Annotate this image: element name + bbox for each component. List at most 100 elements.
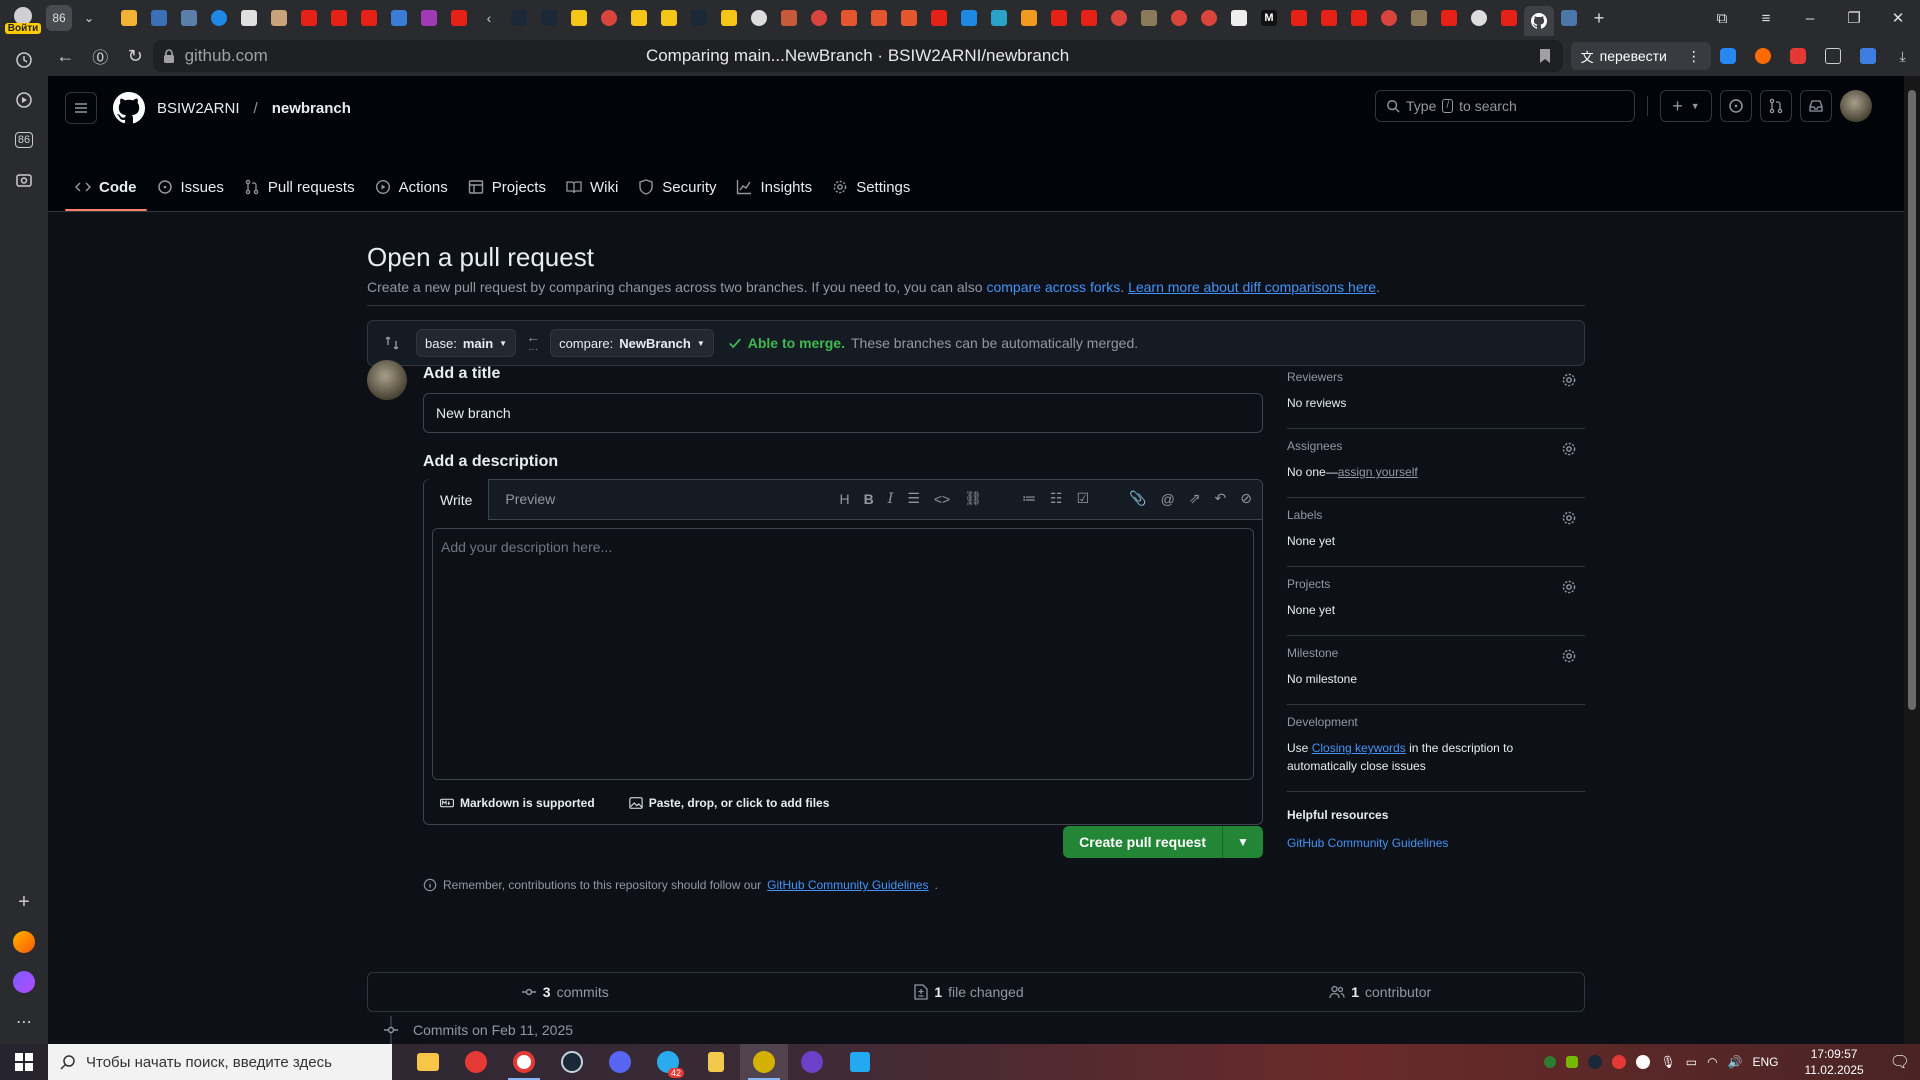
bold-icon[interactable]: B <box>864 491 874 507</box>
bookmark-icon[interactable] <box>1539 48 1551 64</box>
attach-files[interactable]: Paste, drop, or click to add files <box>629 796 829 810</box>
quote-icon[interactable]: ☰ <box>907 490 920 507</box>
create-pull-request-button[interactable]: Create pull request <box>1063 826 1223 858</box>
projects-gear-icon[interactable] <box>1561 579 1577 595</box>
extension-icon[interactable] <box>1815 40 1850 72</box>
telegram-app[interactable]: 42 <box>644 1044 692 1080</box>
nav-projects[interactable]: Projects <box>458 163 556 211</box>
nav-settings[interactable]: Settings <box>822 163 920 211</box>
tab[interactable]: M <box>1254 0 1284 36</box>
tab[interactable] <box>384 0 414 36</box>
tab[interactable] <box>1314 0 1344 36</box>
files-stat[interactable]: 1 file changed <box>914 984 1024 1000</box>
reply-icon[interactable]: ↶ <box>1215 490 1227 507</box>
link-icon[interactable]: ⛓ <box>964 490 982 507</box>
tab[interactable] <box>834 0 864 36</box>
tab[interactable] <box>1344 0 1374 36</box>
menu-icon[interactable]: ≡ <box>1744 10 1788 27</box>
tab-count-button[interactable]: 86 <box>46 5 72 31</box>
tab[interactable] <box>564 0 594 36</box>
scrollbar-thumb[interactable] <box>1908 90 1916 710</box>
tab[interactable] <box>654 0 684 36</box>
lock-app[interactable] <box>692 1044 740 1080</box>
page-scrollbar[interactable] <box>1904 76 1920 1044</box>
yandex-app[interactable] <box>452 1044 500 1080</box>
tab[interactable] <box>504 0 534 36</box>
play-icon[interactable] <box>8 84 40 116</box>
yandex-tray-icon[interactable] <box>1636 1055 1651 1069</box>
minimize-button[interactable]: – <box>1788 10 1832 27</box>
yandex-logo-icon[interactable]: ⓪ <box>83 40 118 72</box>
tab[interactable] <box>594 0 624 36</box>
tray-app-icon[interactable] <box>1612 1055 1627 1069</box>
slash-commands-icon[interactable]: ⊘ <box>1240 490 1252 507</box>
contributors-stat[interactable]: 1 contributor <box>1329 984 1431 1000</box>
screenshot-icon[interactable] <box>8 164 40 196</box>
nav-wiki[interactable]: Wiki <box>556 163 628 211</box>
tab[interactable] <box>444 0 474 36</box>
clock[interactable]: 17:09:57 11.02.2025 <box>1805 1046 1864 1078</box>
nav-actions[interactable]: Actions <box>365 163 458 211</box>
tab[interactable] <box>1284 0 1314 36</box>
microphone-icon[interactable]: 🎙 <box>1660 1055 1675 1069</box>
notifications-icon[interactable]: 🗨 <box>1890 1052 1910 1072</box>
milestone-gear-icon[interactable] <box>1561 648 1577 664</box>
taskbar-search[interactable]: Чтобы начать поиск, введите здесь <box>48 1044 392 1080</box>
nav-code[interactable]: Code <box>65 163 147 211</box>
search-input[interactable]: Type / to search <box>1375 90 1635 122</box>
reviewers-gear-icon[interactable] <box>1561 372 1577 388</box>
nav-insights[interactable]: Insights <box>726 163 822 211</box>
tab[interactable] <box>1194 0 1224 36</box>
language-indicator[interactable]: ENG <box>1753 1055 1779 1069</box>
hamburger-menu-button[interactable] <box>65 92 97 124</box>
app-icon[interactable] <box>8 926 40 958</box>
markdown-note[interactable]: Markdown is supported <box>440 796 595 810</box>
tab[interactable] <box>954 0 984 36</box>
compare-across-forks-link[interactable]: compare across forks <box>986 279 1120 295</box>
tab[interactable] <box>894 0 924 36</box>
restore-button[interactable]: ❐ <box>1832 9 1876 27</box>
profile-button[interactable]: Войти <box>0 0 46 36</box>
tab[interactable] <box>144 0 174 36</box>
screen-extension-icon[interactable] <box>1850 40 1885 72</box>
paperclip-icon[interactable]: 📎 <box>1129 490 1146 507</box>
more-icon[interactable]: ⋯ <box>8 1006 40 1038</box>
create-options-dropdown[interactable]: ▼ <box>1223 826 1263 858</box>
file-explorer-app[interactable] <box>404 1044 452 1080</box>
tab[interactable] <box>174 0 204 36</box>
adblock-extension-icon[interactable] <box>1781 40 1816 72</box>
tab[interactable] <box>1074 0 1104 36</box>
vk-extension-icon[interactable] <box>1711 40 1746 72</box>
tab[interactable] <box>804 0 834 36</box>
tab[interactable] <box>1134 0 1164 36</box>
vscode-app[interactable] <box>836 1044 884 1080</box>
reload-icon[interactable]: ↻ <box>118 40 153 72</box>
bookmarks-icon[interactable]: ⧉ <box>1700 10 1744 27</box>
tray-app-icon[interactable] <box>1544 1056 1557 1068</box>
labels-gear-icon[interactable] <box>1561 510 1577 526</box>
tabs-badge[interactable]: 86 <box>8 124 40 156</box>
base-branch-select[interactable]: base: main ▼ <box>416 329 517 357</box>
tab[interactable] <box>864 0 894 36</box>
helpful-guidelines-link[interactable]: GitHub Community Guidelines <box>1287 836 1448 850</box>
tab[interactable] <box>234 0 264 36</box>
github-desktop-app[interactable] <box>788 1044 836 1080</box>
commits-stat[interactable]: 3 commits <box>521 984 609 1000</box>
tab[interactable] <box>414 0 444 36</box>
assign-yourself-link[interactable]: assign yourself <box>1338 465 1418 479</box>
new-tab-button[interactable]: + <box>1584 0 1614 36</box>
tab[interactable] <box>1224 0 1254 36</box>
tab[interactable] <box>1014 0 1044 36</box>
tab[interactable] <box>324 0 354 36</box>
tab[interactable] <box>714 0 744 36</box>
issues-button[interactable] <box>1720 90 1752 122</box>
italic-icon[interactable]: I <box>888 491 894 507</box>
back-icon[interactable]: ← <box>48 40 83 72</box>
unordered-list-icon[interactable]: ☷ <box>1050 490 1063 507</box>
add-icon[interactable]: + <box>8 886 40 918</box>
tab[interactable] <box>744 0 774 36</box>
nvidia-icon[interactable] <box>1566 1056 1579 1068</box>
omnibox[interactable]: github.com Comparing main...NewBranch · … <box>152 40 1563 72</box>
fire-extension-icon[interactable] <box>1746 40 1781 72</box>
assignees-gear-icon[interactable] <box>1561 441 1577 457</box>
